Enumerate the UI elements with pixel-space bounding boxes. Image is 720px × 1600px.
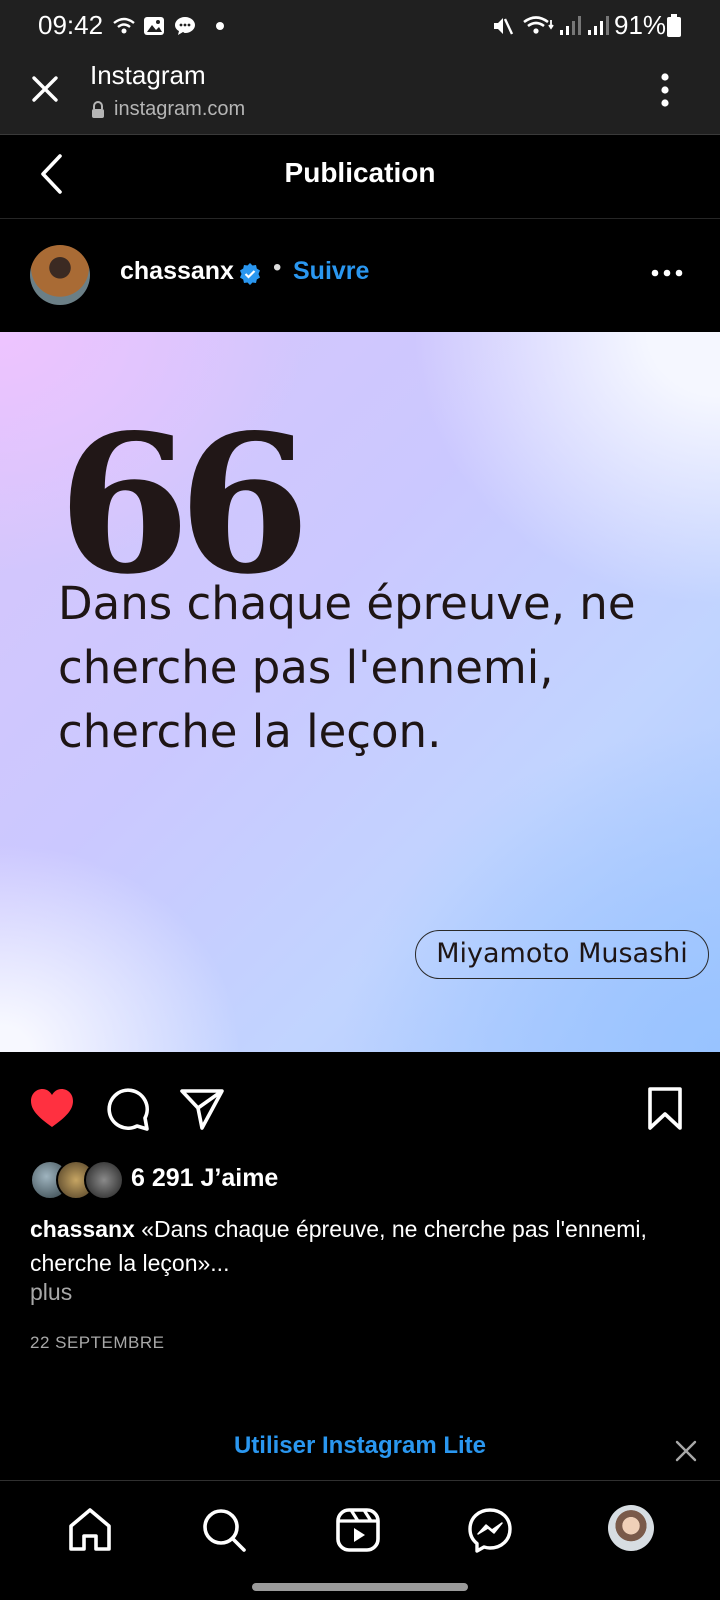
message-icon (175, 17, 195, 35)
bookmark-icon[interactable] (646, 1085, 684, 1133)
search-icon[interactable] (200, 1506, 248, 1554)
post-author-row: chassanx • Suivre (0, 218, 720, 332)
comment-icon[interactable] (104, 1085, 152, 1133)
liker-avatar (84, 1160, 124, 1200)
author-avatar[interactable] (30, 245, 90, 305)
post-date: 22 SEPTEMBRE (30, 1333, 165, 1352)
heart-icon[interactable] (28, 1085, 76, 1133)
close-banner-icon[interactable] (674, 1439, 698, 1463)
signal-icon-2 (588, 16, 609, 35)
home-icon[interactable] (66, 1506, 114, 1554)
use-instagram-lite-link[interactable]: Utiliser Instagram Lite (0, 1432, 720, 1460)
page-header: Publication (0, 135, 720, 219)
bottom-nav (0, 1481, 720, 1600)
browser-title: Instagram (90, 60, 206, 90)
mute-icon (494, 18, 514, 35)
instagram-lite-banner: Utiliser Instagram Lite (0, 1410, 720, 1481)
caption-more-link[interactable]: plus (30, 1279, 72, 1306)
quote-text: Dans chaque épreuve, ne cherche pas l'en… (58, 577, 636, 758)
signal-icon-1 (560, 16, 581, 35)
status-time: 09:42 (38, 10, 104, 40)
share-icon[interactable] (178, 1085, 226, 1133)
reels-icon[interactable] (334, 1506, 382, 1554)
profile-avatar[interactable] (608, 1505, 654, 1551)
battery-icon (667, 14, 681, 37)
kebab-menu-icon[interactable] (660, 72, 670, 108)
close-icon[interactable] (30, 74, 60, 104)
caption-username[interactable]: chassanx (30, 1216, 135, 1242)
quote-author-pill: Miyamoto Musashi (415, 930, 709, 979)
lock-icon (92, 101, 104, 118)
wifi-icon (523, 16, 554, 34)
likes-row[interactable]: 6 291 J’aime (0, 1160, 720, 1200)
wifi-call-icon (113, 17, 135, 34)
notification-dot-icon (216, 22, 224, 30)
follow-button[interactable]: Suivre (293, 257, 369, 286)
status-bar: 09:42 91% (0, 0, 720, 52)
verified-badge-icon (240, 263, 260, 285)
gallery-icon (144, 17, 164, 35)
messenger-icon[interactable] (466, 1506, 514, 1554)
more-options-icon[interactable] (650, 268, 684, 278)
home-indicator[interactable] (252, 1583, 468, 1591)
battery-percent: 91% (614, 10, 667, 40)
custom-tab-bar: Instagram instagram.com (0, 52, 720, 135)
post-caption: chassanx «Dans chaque épreuve, ne cherch… (30, 1212, 670, 1280)
post-image[interactable]: 66 Dans chaque épreuve, ne cherche pas l… (0, 332, 720, 1052)
author-username[interactable]: chassanx (120, 257, 234, 286)
likes-count[interactable]: 6 291 J’aime (131, 1164, 278, 1193)
quote-author: Miyamoto Musashi (436, 938, 688, 969)
page-title: Publication (284, 157, 436, 188)
browser-url[interactable]: instagram.com (114, 98, 245, 121)
separator-dot: • (273, 254, 282, 281)
